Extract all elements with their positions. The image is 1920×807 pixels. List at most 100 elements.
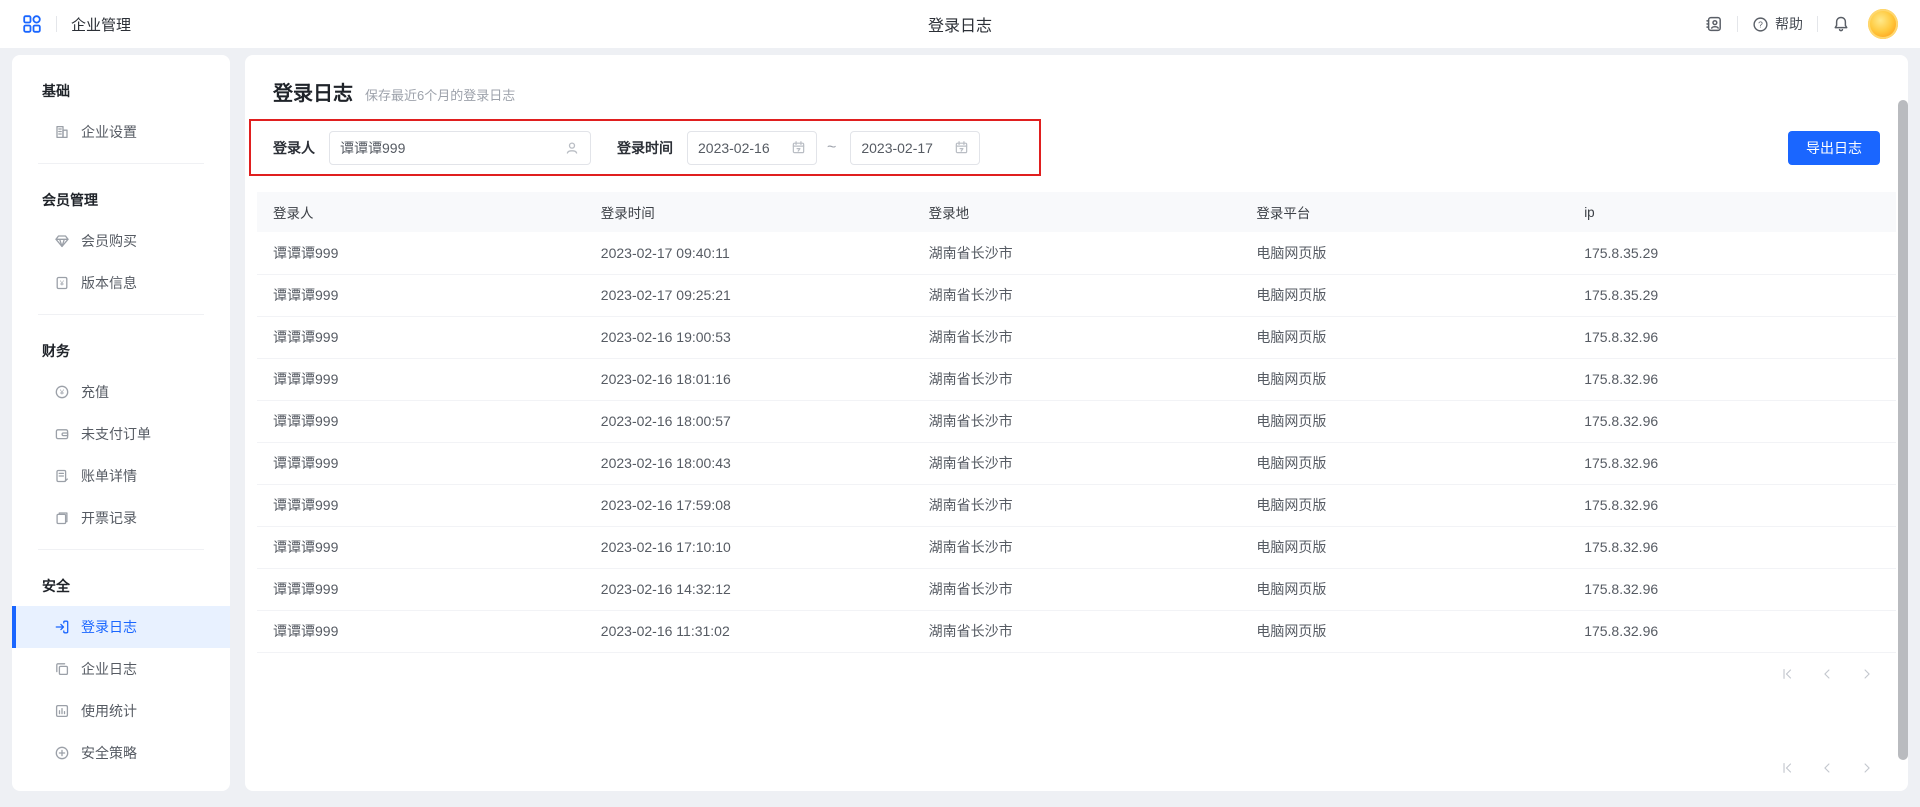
user-search-value: 谭谭谭999 — [340, 138, 405, 158]
sidebar-item-label: 开票记录 — [81, 508, 137, 528]
main-panel: 登录日志 保存最近6个月的登录日志 登录人 谭谭谭999 登录时间 2023-0… — [245, 55, 1908, 791]
sidebar-item-未支付订单[interactable]: 未支付订单 — [12, 413, 230, 455]
sidebar-item-开票记录[interactable]: 开票记录 — [12, 497, 230, 539]
calendar-icon — [954, 140, 969, 155]
table-body: 谭谭谭9992023-02-17 09:40:11湖南省长沙市电脑网页版175.… — [257, 232, 1896, 652]
table-row: 谭谭谭9992023-02-16 18:01:16湖南省长沙市电脑网页版175.… — [257, 358, 1896, 400]
table-cell: 谭谭谭999 — [257, 358, 585, 400]
top-header: 企业管理 登录日志 ? 帮助 — [0, 0, 1920, 48]
export-logs-button[interactable]: 导出日志 — [1788, 131, 1880, 165]
sidebar-divider — [38, 314, 204, 315]
table-cell: 2023-02-16 18:00:57 — [585, 400, 913, 442]
date-end-value: 2023-02-17 — [861, 140, 933, 156]
sidebar-item-安全策略[interactable]: 安全策略 — [12, 732, 230, 774]
table-row: 谭谭谭9992023-02-16 11:31:02湖南省长沙市电脑网页版175.… — [257, 610, 1896, 652]
table-cell: 2023-02-16 18:01:16 — [585, 358, 913, 400]
table-cell: 2023-02-16 18:00:43 — [585, 442, 913, 484]
page-first-icon[interactable] — [1780, 667, 1794, 681]
table-cell: 175.8.35.29 — [1568, 232, 1896, 274]
sidebar-item-企业设置[interactable]: 企业设置 — [12, 111, 230, 153]
table-cell: 电脑网页版 — [1240, 484, 1568, 526]
recharge-yuan-icon: ¥ — [54, 384, 70, 400]
table-row: 谭谭谭9992023-02-16 14:32:12湖南省长沙市电脑网页版175.… — [257, 568, 1896, 610]
table-cell: 175.8.32.96 — [1568, 610, 1896, 652]
contacts-icon[interactable] — [1705, 15, 1723, 33]
table-cell: 175.8.35.29 — [1568, 274, 1896, 316]
sidebar-item-企业日志[interactable]: 企业日志 — [12, 648, 230, 690]
table-cell: 电脑网页版 — [1240, 400, 1568, 442]
table-cell: 湖南省长沙市 — [913, 274, 1241, 316]
page-next-icon[interactable] — [1860, 667, 1874, 681]
invoice-record-icon — [54, 510, 70, 526]
bill-detail-icon — [54, 468, 70, 484]
table-cell: 175.8.32.96 — [1568, 358, 1896, 400]
sidebar-item-label: 账单详情 — [81, 466, 137, 486]
sidebar-item-使用统计[interactable]: 使用统计 — [12, 690, 230, 732]
help-label: 帮助 — [1775, 14, 1803, 34]
table-cell: 电脑网页版 — [1240, 316, 1568, 358]
table-cell: 谭谭谭999 — [257, 526, 585, 568]
table-cell: 电脑网页版 — [1240, 526, 1568, 568]
version-doc-icon: ¥ — [54, 275, 70, 291]
table-cell: 2023-02-16 11:31:02 — [585, 610, 913, 652]
column-header: 登录时间 — [585, 192, 913, 232]
page-title: 登录日志 — [273, 77, 353, 106]
table-cell: 湖南省长沙市 — [913, 484, 1241, 526]
notification-bell-icon[interactable] — [1832, 15, 1850, 33]
table-cell: 175.8.32.96 — [1568, 442, 1896, 484]
table-cell: 175.8.32.96 — [1568, 316, 1896, 358]
topbar-divider — [1737, 16, 1738, 32]
scrollbar-thumb[interactable] — [1898, 100, 1908, 760]
table-cell: 175.8.32.96 — [1568, 526, 1896, 568]
login-log-table: 登录人登录时间登录地登录平台ip 谭谭谭9992023-02-17 09:40:… — [257, 192, 1896, 653]
security-policy-icon — [54, 745, 70, 761]
sidebar-item-充值[interactable]: ¥充值 — [12, 371, 230, 413]
sidebar-section-title: 会员管理 — [12, 174, 230, 220]
enterprise-log-icon — [54, 661, 70, 677]
page-prev-icon[interactable] — [1820, 667, 1834, 681]
topbar-right: ? 帮助 — [1705, 9, 1898, 39]
svg-text:¥: ¥ — [60, 388, 65, 397]
sidebar-item-label: 版本信息 — [81, 273, 137, 293]
sidebar-section-title: 基础 — [12, 65, 230, 111]
user-search-input[interactable]: 谭谭谭999 — [329, 131, 591, 165]
page-title-row: 登录日志 保存最近6个月的登录日志 — [273, 77, 1880, 105]
page-subtitle: 保存最近6个月的登录日志 — [365, 85, 515, 104]
column-header: 登录平台 — [1240, 192, 1568, 232]
date-end-input[interactable]: 2023-02-17 — [850, 131, 980, 165]
date-range-separator: ~ — [827, 139, 836, 157]
svg-text:?: ? — [1758, 19, 1763, 29]
table-cell: 2023-02-17 09:25:21 — [585, 274, 913, 316]
sidebar-item-label: 企业设置 — [81, 122, 137, 142]
sidebar-divider — [38, 549, 204, 550]
sidebar-item-会员购买[interactable]: 会员购买 — [12, 220, 230, 262]
person-icon — [564, 140, 580, 156]
user-filter-label: 登录人 — [273, 138, 315, 158]
page-next-icon[interactable] — [1860, 761, 1874, 775]
table-cell: 2023-02-16 17:59:08 — [585, 484, 913, 526]
wallet-icon — [54, 426, 70, 442]
help-button[interactable]: ? 帮助 — [1752, 14, 1803, 34]
page-first-icon[interactable] — [1780, 761, 1794, 775]
table-cell: 2023-02-16 19:00:53 — [585, 316, 913, 358]
calendar-icon — [791, 140, 806, 155]
sidebar-item-label: 未支付订单 — [81, 424, 151, 444]
sidebar-item-版本信息[interactable]: ¥ 版本信息 — [12, 262, 230, 304]
table-cell: 175.8.32.96 — [1568, 400, 1896, 442]
topbar-divider — [56, 16, 57, 32]
help-icon: ? — [1752, 16, 1769, 33]
page-prev-icon[interactable] — [1820, 761, 1834, 775]
apps-grid-icon[interactable] — [22, 14, 42, 34]
table-cell: 电脑网页版 — [1240, 442, 1568, 484]
sidebar-item-label: 登录日志 — [81, 617, 137, 637]
time-filter-label: 登录时间 — [617, 138, 673, 158]
table-header-row: 登录人登录时间登录地登录平台ip — [257, 192, 1896, 232]
sidebar-item-账单详情[interactable]: 账单详情 — [12, 455, 230, 497]
table-cell: 2023-02-16 17:10:10 — [585, 526, 913, 568]
date-start-input[interactable]: 2023-02-16 — [687, 131, 817, 165]
sidebar-item-登录日志[interactable]: 登录日志 — [12, 606, 230, 648]
table-cell: 电脑网页版 — [1240, 358, 1568, 400]
user-avatar[interactable] — [1868, 9, 1898, 39]
table-cell: 电脑网页版 — [1240, 232, 1568, 274]
table-cell: 湖南省长沙市 — [913, 358, 1241, 400]
